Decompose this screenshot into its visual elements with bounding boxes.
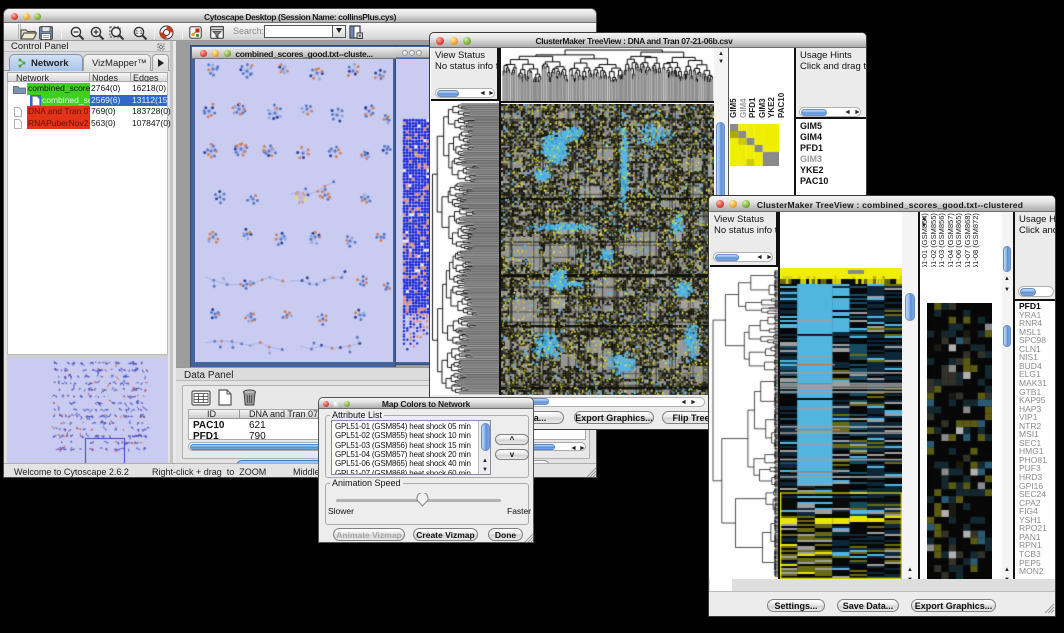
- svg-text:1:1: 1:1: [136, 30, 143, 36]
